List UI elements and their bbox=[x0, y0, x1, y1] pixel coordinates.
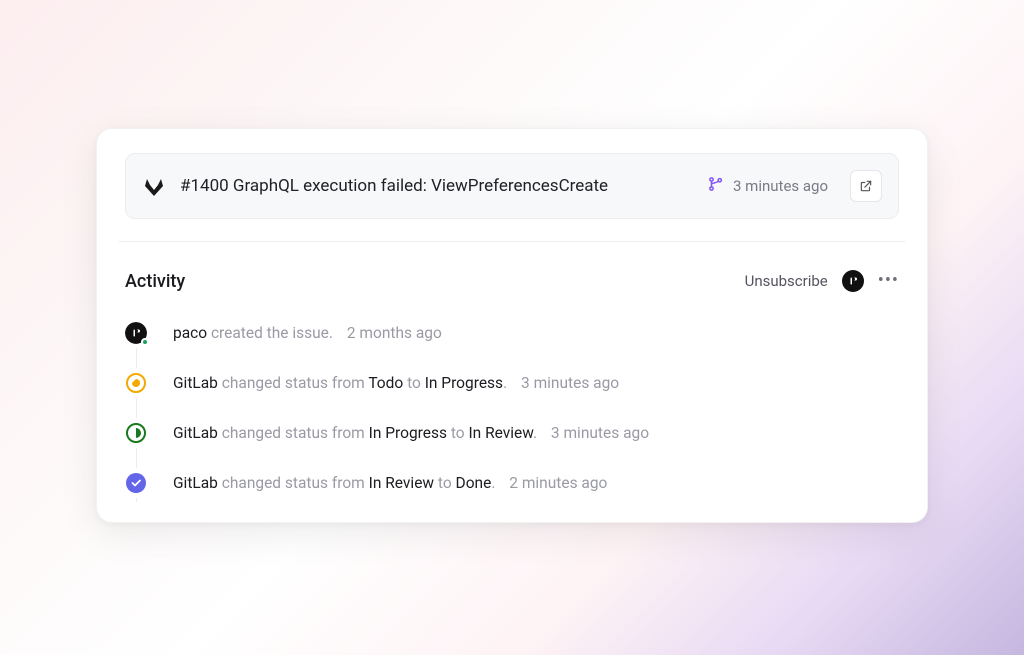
activity-verb: created the issue. bbox=[207, 324, 333, 342]
issue-title: #1400 GraphQL execution failed: ViewPref… bbox=[180, 176, 693, 196]
activity-mid: to bbox=[447, 424, 468, 442]
activity-suffix: . bbox=[491, 474, 495, 492]
status-progress-icon bbox=[126, 423, 146, 443]
unsubscribe-button[interactable]: Unsubscribe bbox=[745, 272, 828, 290]
activity-time: 2 minutes ago bbox=[509, 474, 607, 492]
issue-number: #1400 bbox=[180, 176, 229, 196]
activity-item: paco created the issue. 2 months ago bbox=[125, 322, 899, 344]
status-from: Todo bbox=[368, 374, 403, 392]
activity-text: GitLab changed status from In Progress t… bbox=[173, 423, 649, 444]
activity-prefix: changed status from bbox=[218, 474, 369, 492]
status-done-icon bbox=[126, 473, 146, 493]
activity-item: GitLab changed status from Todo to In Pr… bbox=[125, 372, 899, 394]
activity-list: paco created the issue. 2 months ago Git… bbox=[125, 322, 899, 494]
actor-name: GitLab bbox=[173, 374, 218, 392]
activity-item: GitLab changed status from In Progress t… bbox=[125, 422, 899, 444]
status-to: In Review bbox=[468, 424, 533, 442]
issue-card: #1400 GraphQL execution failed: ViewPref… bbox=[96, 128, 928, 523]
divider bbox=[119, 241, 905, 242]
activity-time: 3 minutes ago bbox=[551, 424, 649, 442]
status-todo-icon bbox=[126, 373, 146, 393]
activity-controls: Unsubscribe ••• bbox=[745, 270, 899, 292]
activity-mid: to bbox=[403, 374, 424, 392]
branch-icon bbox=[707, 175, 725, 197]
activity-item: GitLab changed status from In Review to … bbox=[125, 472, 899, 494]
activity-node bbox=[125, 422, 147, 444]
issue-meta: 3 minutes ago bbox=[707, 175, 828, 197]
activity-text: paco created the issue. 2 months ago bbox=[173, 323, 442, 344]
actor-name: paco bbox=[173, 324, 207, 342]
more-menu-button[interactable]: ••• bbox=[878, 272, 899, 290]
issue-header: #1400 GraphQL execution failed: ViewPref… bbox=[125, 153, 899, 219]
activity-suffix: . bbox=[533, 424, 537, 442]
activity-header: Activity Unsubscribe ••• bbox=[125, 270, 899, 292]
issue-title-value: GraphQL execution failed: ViewPreference… bbox=[233, 176, 608, 196]
user-avatar-mini[interactable] bbox=[842, 270, 864, 292]
actor-name: GitLab bbox=[173, 474, 218, 492]
activity-time: 3 minutes ago bbox=[521, 374, 619, 392]
status-from: In Progress bbox=[369, 424, 447, 442]
activity-suffix: . bbox=[503, 374, 507, 392]
activity-text: GitLab changed status from In Review to … bbox=[173, 473, 607, 494]
open-external-button[interactable] bbox=[850, 170, 882, 202]
activity-node bbox=[125, 472, 147, 494]
activity-prefix: changed status from bbox=[218, 374, 368, 392]
activity-heading: Activity bbox=[125, 271, 185, 292]
status-to: In Progress bbox=[425, 374, 503, 392]
gitlab-icon bbox=[142, 174, 166, 198]
issue-time: 3 minutes ago bbox=[733, 177, 828, 195]
status-to: Done bbox=[456, 474, 492, 492]
activity-node bbox=[125, 322, 147, 344]
activity-text: GitLab changed status from Todo to In Pr… bbox=[173, 373, 619, 394]
actor-name: GitLab bbox=[173, 424, 218, 442]
status-from: In Review bbox=[369, 474, 434, 492]
activity-node bbox=[125, 372, 147, 394]
activity-time: 2 months ago bbox=[347, 324, 442, 342]
online-indicator bbox=[141, 338, 149, 346]
activity-mid: to bbox=[434, 474, 455, 492]
activity-prefix: changed status from bbox=[218, 424, 369, 442]
